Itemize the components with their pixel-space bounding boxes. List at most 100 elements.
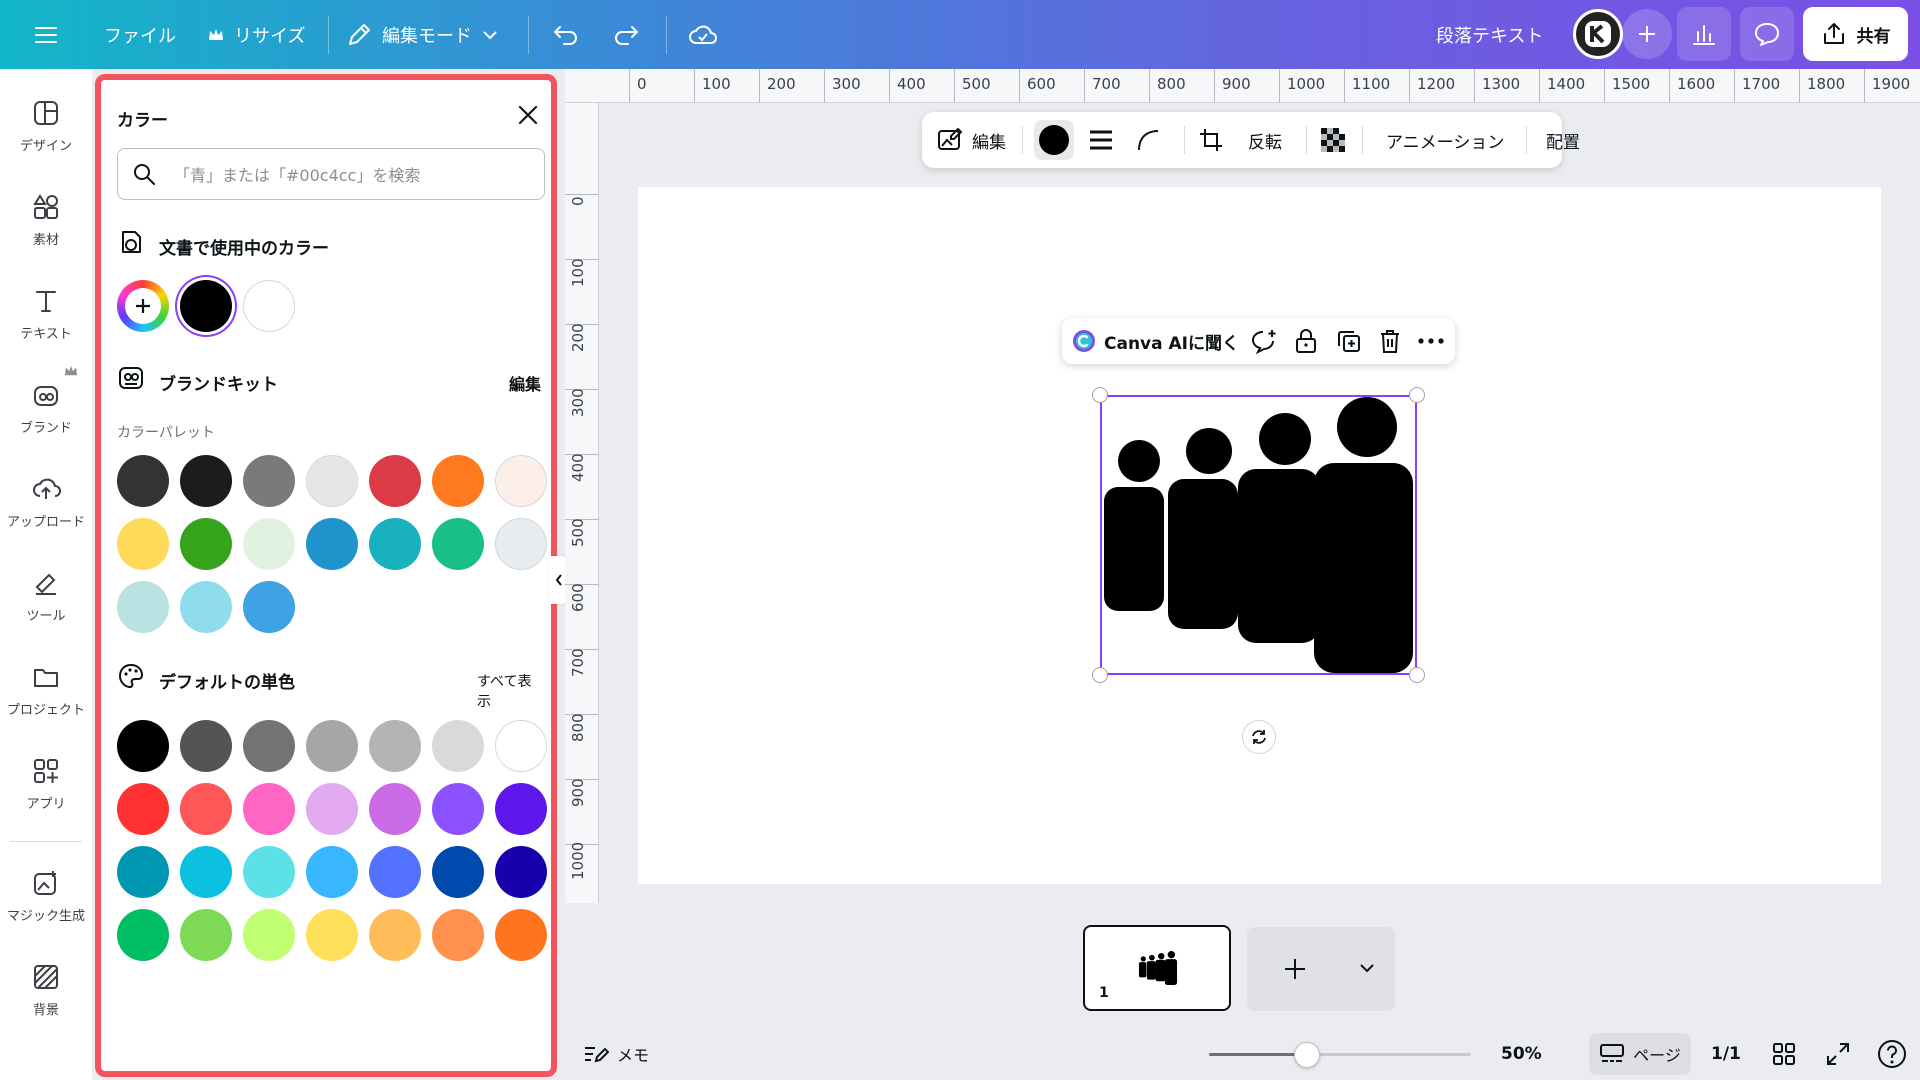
add-color-button[interactable] xyxy=(117,280,169,332)
default-color-swatch[interactable] xyxy=(243,909,295,961)
sidebar-item-brand[interactable]: ブランド xyxy=(0,381,92,469)
more-options-icon[interactable] xyxy=(1418,338,1444,344)
default-color-swatch[interactable] xyxy=(180,783,232,835)
sidebar-item-background[interactable]: 背景 xyxy=(0,963,92,1051)
default-color-swatch[interactable] xyxy=(432,909,484,961)
default-color-swatch[interactable] xyxy=(369,909,421,961)
brand-palette-swatch[interactable] xyxy=(432,455,484,507)
crop-button[interactable] xyxy=(1198,112,1224,168)
ask-canva-ai-button[interactable]: Canva AIに聞く xyxy=(1072,318,1239,364)
default-color-swatch[interactable] xyxy=(306,720,358,772)
brand-kit-edit-link[interactable]: 編集 xyxy=(509,371,541,395)
comments-button[interactable] xyxy=(1740,7,1794,61)
add-comment-icon[interactable] xyxy=(1250,328,1278,354)
brand-palette-swatch[interactable] xyxy=(306,518,358,570)
position-button-label-wrap[interactable]: 配置 xyxy=(1546,112,1580,168)
brand-palette-swatch[interactable] xyxy=(369,518,421,570)
default-color-swatch[interactable] xyxy=(495,846,547,898)
lock-icon[interactable] xyxy=(1294,328,1318,354)
brand-palette-swatch[interactable] xyxy=(117,581,169,633)
add-page-icon[interactable] xyxy=(1283,957,1307,981)
duplicate-icon[interactable] xyxy=(1336,328,1362,354)
share-button[interactable]: 共有 xyxy=(1803,7,1908,61)
sidebar-item-magic-media[interactable]: マジック生成 xyxy=(0,869,92,957)
show-all-link[interactable]: すべて表示 xyxy=(477,671,545,711)
sidebar-item-tools[interactable]: ツール xyxy=(0,569,92,657)
sidebar-item-design[interactable]: デザイン xyxy=(0,99,92,187)
default-color-swatch[interactable] xyxy=(369,720,421,772)
default-color-swatch[interactable] xyxy=(432,846,484,898)
default-color-swatch[interactable] xyxy=(243,783,295,835)
sidebar-item-projects[interactable]: プロジェクト xyxy=(0,663,92,751)
page-view-button[interactable]: ページ xyxy=(1589,1033,1691,1075)
close-panel-button[interactable] xyxy=(517,104,539,126)
default-color-swatch[interactable] xyxy=(180,846,232,898)
default-color-swatch[interactable] xyxy=(180,909,232,961)
default-color-swatch[interactable] xyxy=(243,720,295,772)
sidebar-item-text[interactable]: テキスト xyxy=(0,287,92,375)
rotate-handle[interactable] xyxy=(1242,720,1276,754)
sidebar-item-apps[interactable]: アプリ xyxy=(0,757,92,845)
chevron-down-icon[interactable] xyxy=(1359,963,1375,973)
undo-button[interactable] xyxy=(552,0,580,69)
save-status-button[interactable] xyxy=(688,0,718,69)
default-color-swatch[interactable] xyxy=(495,720,547,772)
doc-color-swatch[interactable] xyxy=(180,280,232,332)
zoom-value[interactable]: 50% xyxy=(1501,1028,1542,1080)
default-color-swatch[interactable] xyxy=(117,783,169,835)
default-color-swatch[interactable] xyxy=(432,720,484,772)
selected-element-frame[interactable] xyxy=(1100,395,1417,675)
brand-palette-swatch[interactable] xyxy=(180,581,232,633)
brand-palette-swatch[interactable] xyxy=(180,518,232,570)
brand-palette-swatch[interactable] xyxy=(432,518,484,570)
notes-button[interactable]: メモ xyxy=(583,1028,649,1080)
redo-button[interactable] xyxy=(612,0,640,69)
default-color-swatch[interactable] xyxy=(495,783,547,835)
default-color-swatch[interactable] xyxy=(369,783,421,835)
zoom-slider[interactable] xyxy=(1209,1042,1471,1068)
flip-button[interactable]: 反転 xyxy=(1248,112,1282,168)
default-color-swatch[interactable] xyxy=(180,720,232,772)
file-menu-button[interactable]: ファイル xyxy=(104,0,176,69)
insights-button[interactable] xyxy=(1677,7,1731,61)
brand-palette-swatch[interactable] xyxy=(243,581,295,633)
trash-icon[interactable] xyxy=(1378,328,1402,354)
zoom-slider-thumb[interactable] xyxy=(1294,1042,1320,1068)
grid-view-icon[interactable] xyxy=(1772,1042,1796,1066)
resize-handle-top-left[interactable] xyxy=(1092,387,1108,403)
default-color-swatch[interactable] xyxy=(117,720,169,772)
sidebar-item-upload[interactable]: アップロード xyxy=(0,475,92,563)
default-color-swatch[interactable] xyxy=(495,909,547,961)
fill-color-button[interactable] xyxy=(1034,120,1074,160)
page-count[interactable]: 1/1 xyxy=(1711,1028,1741,1080)
default-color-swatch[interactable] xyxy=(306,909,358,961)
brand-palette-swatch[interactable] xyxy=(306,455,358,507)
resize-button[interactable]: リサイズ xyxy=(208,0,305,69)
border-style-button[interactable] xyxy=(1088,112,1114,168)
edit-image-button[interactable]: 編集 xyxy=(936,112,1006,168)
fullscreen-icon[interactable] xyxy=(1826,1042,1850,1066)
default-color-swatch[interactable] xyxy=(369,846,421,898)
default-color-swatch[interactable] xyxy=(117,846,169,898)
invite-button[interactable] xyxy=(1622,9,1672,59)
brand-palette-swatch[interactable] xyxy=(243,518,295,570)
default-color-swatch[interactable] xyxy=(306,783,358,835)
brand-palette-swatch[interactable] xyxy=(117,518,169,570)
resize-handle-bottom-right[interactable] xyxy=(1409,667,1425,683)
avatar[interactable] xyxy=(1573,9,1623,59)
brand-palette-swatch[interactable] xyxy=(243,455,295,507)
brand-palette-swatch[interactable] xyxy=(180,455,232,507)
main-menu-button[interactable] xyxy=(34,0,58,69)
help-icon[interactable] xyxy=(1877,1039,1907,1069)
animate-button[interactable]: アニメーション xyxy=(1386,112,1504,168)
doc-color-swatch[interactable] xyxy=(243,280,295,332)
brand-palette-swatch[interactable] xyxy=(495,455,547,507)
corner-rounding-button[interactable] xyxy=(1136,112,1160,168)
sidebar-item-elements[interactable]: 素材 xyxy=(0,193,92,281)
resize-handle-top-right[interactable] xyxy=(1409,387,1425,403)
transparency-button[interactable] xyxy=(1320,112,1346,168)
doc-title[interactable]: 段落テキスト xyxy=(1436,0,1543,69)
default-color-swatch[interactable] xyxy=(306,846,358,898)
default-color-swatch[interactable] xyxy=(117,909,169,961)
brand-palette-swatch[interactable] xyxy=(495,518,547,570)
